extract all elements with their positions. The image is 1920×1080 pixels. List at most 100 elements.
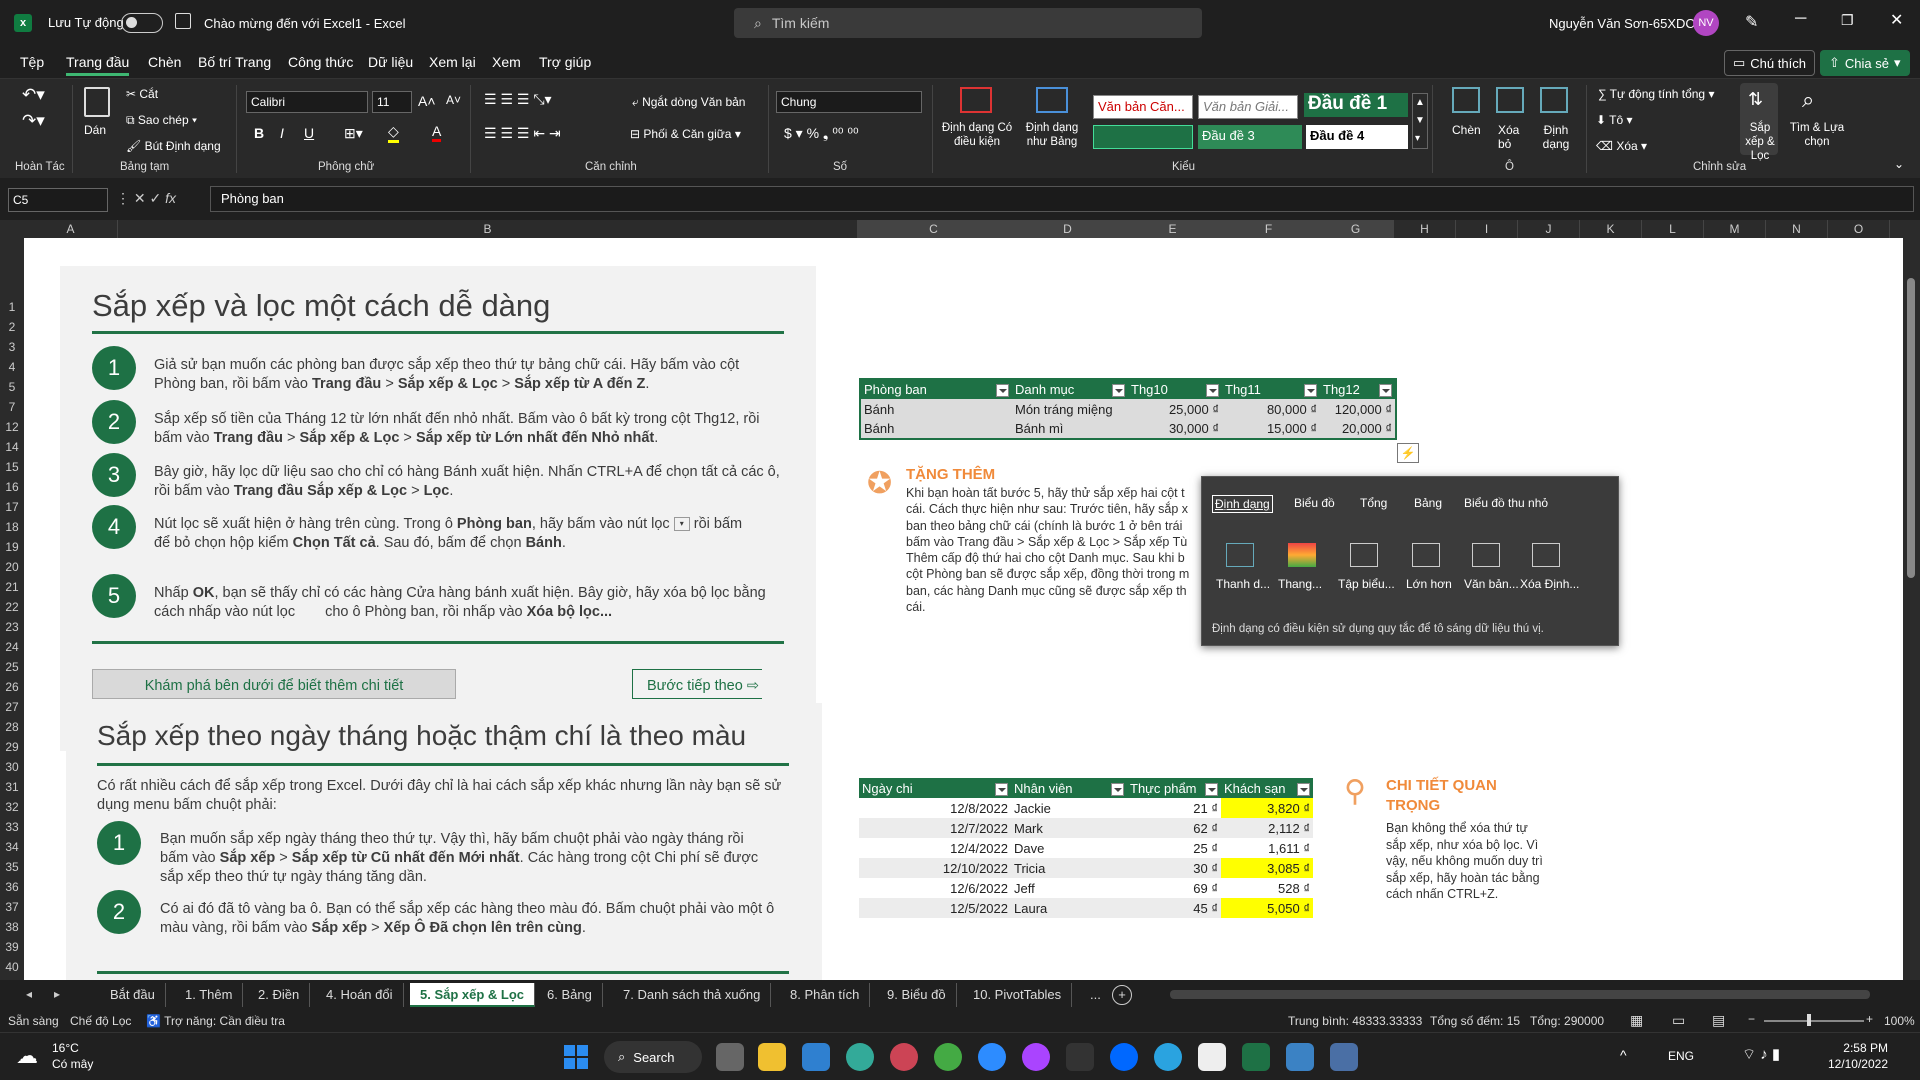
conditional-format-icon[interactable] xyxy=(960,87,992,113)
sheet-tab[interactable]: 4. Hoán đổi xyxy=(316,983,404,1007)
paste-icon[interactable] xyxy=(84,87,110,117)
table-cell[interactable]: 12/8/2022 xyxy=(859,798,1011,818)
column-header[interactable]: E xyxy=(1126,220,1220,238)
telegram-icon[interactable] xyxy=(1154,1043,1182,1071)
column-header[interactable]: J xyxy=(1518,220,1580,238)
table-header[interactable]: Khách sạn xyxy=(1221,778,1313,798)
table-cell[interactable]: 12/6/2022 xyxy=(859,878,1011,898)
avatar[interactable]: NV xyxy=(1693,10,1719,36)
tray-chevron-icon[interactable]: ^ xyxy=(1620,1047,1627,1063)
start-icon[interactable] xyxy=(564,1045,588,1069)
style-explanatory[interactable]: Văn bản Giải... xyxy=(1198,95,1298,119)
app-icon[interactable] xyxy=(1066,1043,1094,1071)
name-box[interactable]: C5 xyxy=(8,188,108,212)
delete-cells-button[interactable]: Xóa bỏ xyxy=(1498,123,1528,151)
task-view-icon[interactable] xyxy=(716,1043,744,1071)
table-cell[interactable]: 120,000 ₫ xyxy=(1320,399,1396,419)
next-step-button[interactable]: Bước tiếp theo ⇨ xyxy=(632,669,762,699)
table-cell[interactable]: 21 ₫ xyxy=(1127,798,1221,818)
style-green[interactable] xyxy=(1093,125,1193,149)
zoom-level[interactable]: 100% xyxy=(1884,1014,1915,1028)
column-header[interactable]: L xyxy=(1642,220,1704,238)
search-box[interactable]: ⌕ Tìm kiếm xyxy=(734,8,1202,38)
sheet-tab[interactable]: 6. Bảng xyxy=(537,983,603,1007)
table-cell[interactable]: Mark xyxy=(1011,818,1127,838)
page-layout-icon[interactable]: ▭ xyxy=(1672,1012,1685,1029)
row-header[interactable]: 34 xyxy=(0,840,24,854)
row-header[interactable]: 24 xyxy=(0,640,24,654)
menu-page-layout[interactable]: Bố trí Trang xyxy=(198,54,271,70)
page-break-icon[interactable]: ▤ xyxy=(1712,1012,1725,1029)
language-indicator[interactable]: ENG xyxy=(1668,1049,1694,1063)
fill-color-icon[interactable]: ◇ xyxy=(388,123,399,143)
sheet-tab[interactable]: 10. PivotTables xyxy=(963,983,1073,1007)
row-header[interactable]: 23 xyxy=(0,620,24,634)
row-header[interactable]: 40 xyxy=(0,960,24,974)
zoom-in-icon[interactable]: + xyxy=(1866,1012,1873,1026)
qa-tab-tables[interactable]: Bảng xyxy=(1414,496,1442,510)
style-heading-4[interactable]: Đầu đề 4 xyxy=(1306,125,1408,149)
row-header[interactable]: 33 xyxy=(0,820,24,834)
number-format-select[interactable]: Chung xyxy=(776,91,922,113)
zoom-out-icon[interactable]: − xyxy=(1748,1012,1755,1026)
add-sheet-icon[interactable]: + xyxy=(1112,985,1132,1005)
table-cell[interactable]: 12/5/2022 xyxy=(859,898,1011,918)
clear-format-icon[interactable] xyxy=(1532,543,1560,567)
table-cell[interactable]: 25,000 ₫ xyxy=(1128,399,1222,419)
table-cell[interactable]: 3,085 ₫ xyxy=(1221,858,1313,878)
redo-icon[interactable]: ↷▾ xyxy=(22,111,45,131)
zoom-app-icon[interactable] xyxy=(978,1043,1006,1071)
comment-button[interactable]: ▭ Chú thích xyxy=(1724,50,1815,76)
underline-icon[interactable]: U xyxy=(304,125,314,141)
menu-data[interactable]: Dữ liệu xyxy=(368,54,413,70)
menu-formulas[interactable]: Công thức xyxy=(288,54,353,70)
filter-dropdown-icon[interactable] xyxy=(1379,384,1392,397)
clock-date[interactable]: 12/10/2022 xyxy=(1818,1057,1888,1071)
qa-tab-charts[interactable]: Biểu đồ xyxy=(1294,496,1335,510)
department-table[interactable]: Phòng ban Danh mục Thg10 Thg11 Thg12 Bán… xyxy=(859,378,1397,440)
sheet-tab[interactable]: 8. Phân tích xyxy=(780,983,871,1007)
filter-dropdown-icon[interactable] xyxy=(1205,782,1218,796)
close-icon[interactable]: ✕ xyxy=(1890,10,1903,30)
zoom-slider-thumb[interactable] xyxy=(1807,1014,1811,1026)
paste-button[interactable]: Dán xyxy=(84,123,106,137)
align-top-icon[interactable]: ☰ ☰ ☰ ⤡▾ xyxy=(484,91,552,108)
borders-icon[interactable]: ⊞▾ xyxy=(344,125,363,142)
zoom-slider[interactable] xyxy=(1764,1020,1864,1022)
menu-view[interactable]: Xem xyxy=(492,54,521,70)
table-cell[interactable]: 69 ₫ xyxy=(1127,878,1221,898)
row-header[interactable]: 16 xyxy=(0,480,24,494)
row-header[interactable]: 18 xyxy=(0,520,24,534)
row-header[interactable]: 20 xyxy=(0,560,24,574)
table-header[interactable]: Nhân viên xyxy=(1011,778,1127,798)
copy-button[interactable]: ⧉ Sao chép ▾ xyxy=(126,113,197,128)
pen-icon[interactable]: ✎ xyxy=(1745,12,1758,32)
table-header[interactable]: Thg11 xyxy=(1222,379,1320,399)
row-header[interactable]: 2 xyxy=(0,320,24,334)
table-cell[interactable]: Dave xyxy=(1011,838,1127,858)
status-count[interactable]: Tổng số đếm: 15 xyxy=(1430,1014,1520,1028)
quick-analysis-icon[interactable]: ⚡ xyxy=(1397,443,1419,463)
row-header[interactable]: 22 xyxy=(0,600,24,614)
qa-item[interactable]: Xóa Định... xyxy=(1520,577,1579,591)
column-header[interactable]: I xyxy=(1456,220,1518,238)
status-average[interactable]: Trung bình: 48333.33333 xyxy=(1288,1014,1422,1028)
conditional-format-button[interactable]: Định dạng Có điều kiện xyxy=(940,121,1014,149)
filter-dropdown-icon[interactable] xyxy=(1304,384,1317,397)
row-header[interactable]: 25 xyxy=(0,660,24,674)
row-header[interactable]: 38 xyxy=(0,920,24,934)
table-header[interactable]: Phòng ban xyxy=(860,379,1012,399)
table-cell[interactable]: 15,000 ₫ xyxy=(1222,419,1320,439)
color-scale-icon[interactable] xyxy=(1288,543,1316,567)
italic-icon[interactable]: I xyxy=(280,125,284,141)
increase-font-icon[interactable]: A˄ xyxy=(418,93,436,109)
format-painter-button[interactable]: 🖌 Bút Định dạng xyxy=(126,139,221,153)
row-header[interactable]: 15 xyxy=(0,460,24,474)
table-cell[interactable]: 25 ₫ xyxy=(1127,838,1221,858)
row-header[interactable]: 21 xyxy=(0,580,24,594)
filter-dropdown-icon[interactable] xyxy=(1206,384,1219,397)
table-cell[interactable]: Tricia xyxy=(1011,858,1127,878)
row-header[interactable]: 3 xyxy=(0,340,24,354)
row-header[interactable]: 27 xyxy=(0,700,24,714)
insert-cells-button[interactable]: Chèn xyxy=(1452,123,1481,137)
